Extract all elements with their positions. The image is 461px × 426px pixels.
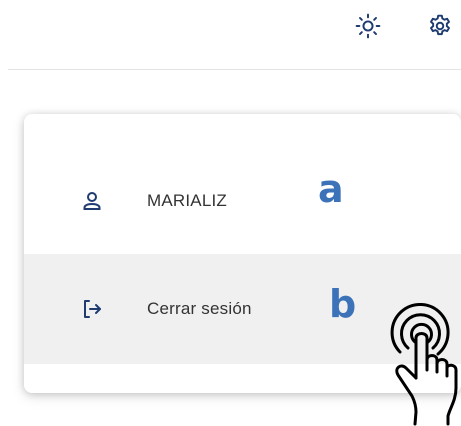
logout-icon: [79, 296, 105, 322]
menu-item-user[interactable]: MARIALIZ: [24, 154, 461, 248]
theme-toggle-button[interactable]: [348, 6, 388, 46]
sun-icon: [355, 13, 381, 39]
gear-icon: [430, 14, 450, 36]
header-divider: [8, 69, 461, 70]
user-icon: [79, 188, 105, 214]
annotation-b: b: [329, 282, 357, 326]
annotation-a: a: [318, 167, 344, 211]
menu-item-label: Cerrar sesión: [147, 299, 252, 318]
menu-item-label: MARIALIZ: [147, 191, 228, 210]
top-bar: [0, 0, 461, 70]
tap-gesture-icon: [390, 302, 458, 426]
settings-button[interactable]: [420, 6, 460, 46]
